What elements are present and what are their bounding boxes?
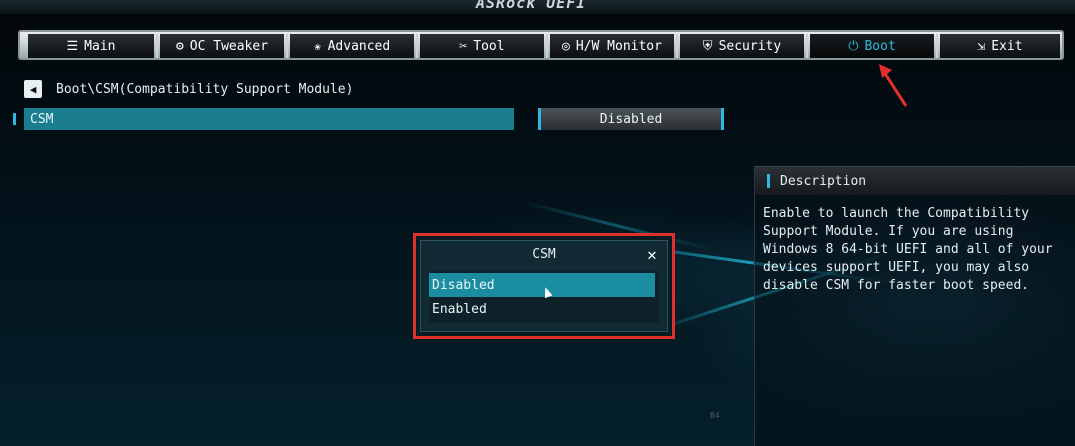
tab-label: Advanced [327,38,391,54]
tab-main[interactable]: ☰ Main [28,34,154,58]
page-number: B4 [710,411,720,420]
back-button[interactable]: ◀ [24,80,42,98]
tab-divider [546,34,548,58]
option-enabled[interactable]: Enabled [429,297,655,321]
dialog-body: CSM ✕ Disabled Enabled [420,240,668,332]
tab-advanced[interactable]: ✬ Advanced [290,34,414,58]
tab-divider [806,34,808,58]
tab-label: Tool [473,38,505,54]
tab-label: Security [718,38,782,54]
shield-icon: ⛨ [702,38,713,54]
brand-logo: ASRock UEFI [476,0,587,12]
top-navigation: ☰ Main ⚙ OC Tweaker ✬ Advanced ✂ Tool ◎ … [18,30,1064,60]
tab-label: Main [84,38,116,54]
setting-label: CSM [30,111,54,127]
breadcrumb-path: Boot\CSM(Compatibility Support Module) [56,81,354,97]
exit-icon: ⇲ [977,38,986,54]
description-title: Description [780,173,867,189]
csm-value-field[interactable]: Disabled [538,108,724,130]
close-icon[interactable]: ✕ [643,245,661,264]
selection-marker [13,113,16,125]
star-icon: ✬ [313,38,322,54]
breadcrumb: ◀ Boot\CSM(Compatibility Support Module) [24,80,353,98]
tab-divider [676,34,678,58]
description-text: Enable to launch the Compatibility Suppo… [763,206,1053,293]
csm-setting-row[interactable]: CSM [24,108,514,130]
gauge-icon: ◎ [562,38,570,54]
list-icon: ☰ [66,38,79,54]
power-icon: ⏻ [848,38,859,54]
option-disabled[interactable]: Disabled [429,273,655,297]
dialog-title: CSM [532,247,556,262]
tools-icon: ✂ [459,38,468,54]
description-header: Description [755,166,1075,195]
rocket-icon: ⚙ [175,38,184,54]
tab-divider [936,34,938,58]
tab-tool[interactable]: ✂ Tool [420,34,544,58]
tab-label: Boot [864,38,896,54]
tab-exit[interactable]: ⇲ Exit [940,34,1060,58]
setting-value: Disabled [599,111,663,127]
tab-label: H/W Monitor [575,38,662,54]
description-panel: Description Enable to launch the Compati… [754,166,1075,446]
tab-label: OC Tweaker [189,38,269,54]
tab-hw-monitor[interactable]: ◎ H/W Monitor [550,34,674,58]
tab-divider [286,34,288,58]
tab-security[interactable]: ⛨ Security [680,34,804,58]
header-accent [767,174,770,188]
tab-oc-tweaker[interactable]: ⚙ OC Tweaker [160,34,284,58]
tab-divider [416,34,418,58]
csm-options-dialog: CSM ✕ Disabled Enabled [413,233,675,339]
annotation-arrow-icon [879,64,908,107]
tab-divider [156,34,158,58]
tab-boot[interactable]: ⏻ Boot [810,34,934,58]
tab-label: Exit [991,38,1023,54]
